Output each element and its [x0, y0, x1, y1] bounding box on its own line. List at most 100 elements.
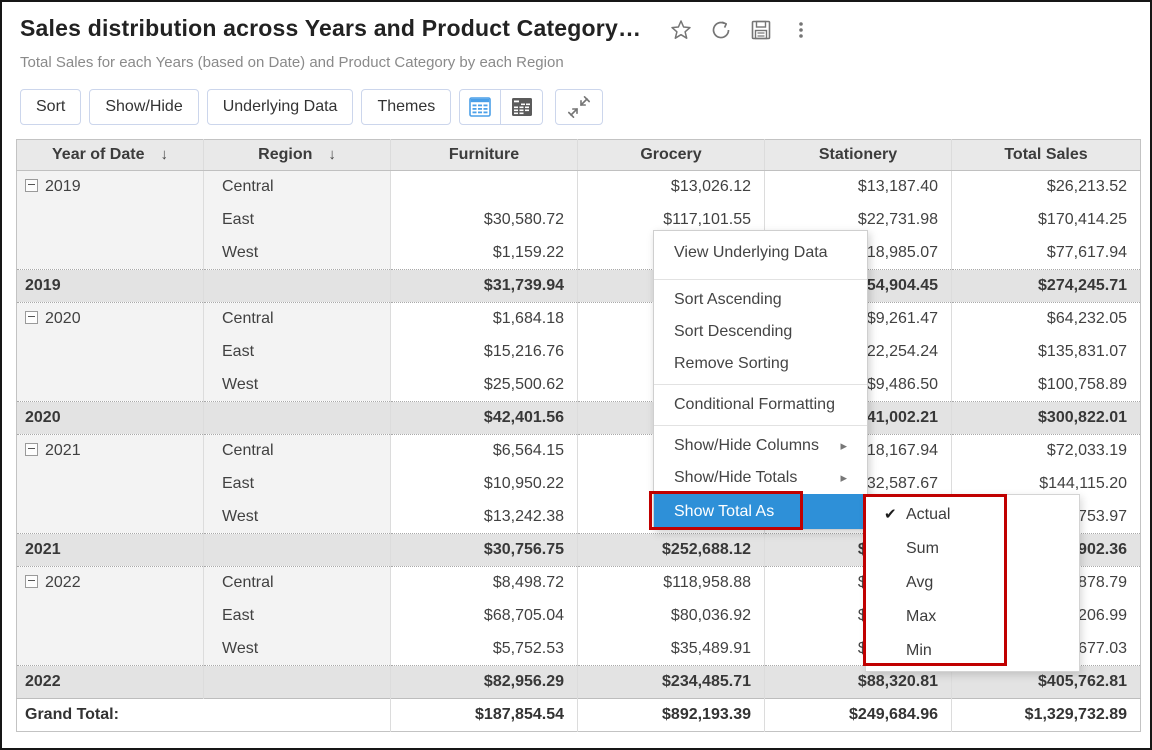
cell-year[interactable]: [17, 369, 204, 402]
menu-item-view-underlying-data[interactable]: View Underlying Data: [654, 231, 867, 275]
column-header-grocery[interactable]: Grocery: [578, 140, 765, 171]
cell-region[interactable]: [204, 402, 391, 435]
cell-region[interactable]: [204, 666, 391, 699]
cell-region[interactable]: Central: [204, 303, 391, 336]
cell-grocery[interactable]: $80,036.92: [578, 600, 765, 633]
cell-grocery[interactable]: $35,489.91: [578, 633, 765, 666]
cell-region[interactable]: West: [204, 501, 391, 534]
cell-stationery[interactable]: $13,187.40: [765, 171, 952, 204]
cell-furniture[interactable]: $1,159.22: [391, 237, 578, 270]
more-options-icon[interactable]: [789, 18, 813, 42]
cell-furniture[interactable]: $15,216.76: [391, 336, 578, 369]
cell-furniture[interactable]: $30,756.75: [391, 534, 578, 567]
cell-year[interactable]: [17, 237, 204, 270]
cell-furniture[interactable]: $82,956.29: [391, 666, 578, 699]
cell-region[interactable]: East: [204, 336, 391, 369]
cell-grocery[interactable]: $252,688.12: [578, 534, 765, 567]
cell-total-sales[interactable]: $77,617.94: [952, 237, 1141, 270]
submenu-item-avg[interactable]: Avg: [866, 566, 1079, 600]
column-header-total-sales[interactable]: Total Sales: [952, 140, 1141, 171]
cell-grocery[interactable]: $892,193.39: [578, 699, 765, 732]
collapse-group-icon[interactable]: [25, 311, 38, 324]
show-hide-button[interactable]: Show/Hide: [89, 89, 198, 125]
refresh-icon[interactable]: [709, 18, 733, 42]
cell-furniture[interactable]: $42,401.56: [391, 402, 578, 435]
save-icon[interactable]: [749, 18, 773, 42]
cell-furniture[interactable]: $1,684.18: [391, 303, 578, 336]
cell-year[interactable]: [17, 468, 204, 501]
submenu-item-actual[interactable]: ✔Actual: [866, 498, 1079, 532]
cell-region[interactable]: East: [204, 468, 391, 501]
cell-furniture[interactable]: $13,242.38: [391, 501, 578, 534]
cell-year[interactable]: 2021: [17, 534, 204, 567]
cell-year[interactable]: 2022: [17, 567, 204, 600]
submenu-item-min[interactable]: Min: [866, 634, 1079, 668]
cell-total-sales[interactable]: $135,831.07: [952, 336, 1141, 369]
menu-item-show-hide-totals[interactable]: Show/Hide Totals▸: [654, 462, 867, 494]
cell-furniture[interactable]: $5,752.53: [391, 633, 578, 666]
cell-region[interactable]: West: [204, 237, 391, 270]
cell-year[interactable]: [17, 600, 204, 633]
cell-region[interactable]: Central: [204, 435, 391, 468]
cell-year[interactable]: 2020: [17, 303, 204, 336]
collapse-group-icon[interactable]: [25, 575, 38, 588]
cell-total-sales[interactable]: $1,329,732.89: [952, 699, 1141, 732]
cell-region[interactable]: [204, 534, 391, 567]
submenu-item-sum[interactable]: Sum: [866, 532, 1079, 566]
menu-item-remove-sorting[interactable]: Remove Sorting: [654, 348, 867, 380]
cell-year[interactable]: 2019: [17, 270, 204, 303]
cell-year[interactable]: 2020: [17, 402, 204, 435]
collapse-icon[interactable]: [555, 89, 603, 125]
pivot-view-icon[interactable]: [501, 89, 543, 125]
column-header-region[interactable]: Region↓: [204, 140, 391, 171]
menu-item-sort-descending[interactable]: Sort Descending: [654, 316, 867, 348]
cell-total-sales[interactable]: $100,758.89: [952, 369, 1141, 402]
cell-year[interactable]: [17, 501, 204, 534]
menu-item-sort-ascending[interactable]: Sort Ascending: [654, 284, 867, 316]
cell-furniture[interactable]: $8,498.72: [391, 567, 578, 600]
cell-year[interactable]: 2019: [17, 171, 204, 204]
cell-furniture[interactable]: [391, 171, 578, 204]
column-header-furniture[interactable]: Furniture: [391, 140, 578, 171]
collapse-group-icon[interactable]: [25, 443, 38, 456]
cell-furniture[interactable]: $10,950.22: [391, 468, 578, 501]
cell-furniture[interactable]: $68,705.04: [391, 600, 578, 633]
cell-grand-total-label[interactable]: Grand Total:: [17, 699, 391, 732]
cell-region[interactable]: East: [204, 204, 391, 237]
cell-furniture[interactable]: $187,854.54: [391, 699, 578, 732]
cell-region[interactable]: East: [204, 600, 391, 633]
sort-button[interactable]: Sort: [20, 89, 81, 125]
cell-furniture[interactable]: $30,580.72: [391, 204, 578, 237]
cell-region[interactable]: Central: [204, 567, 391, 600]
cell-year[interactable]: 2022: [17, 666, 204, 699]
cell-region[interactable]: West: [204, 633, 391, 666]
menu-item-show-total-as[interactable]: Show Total As: [654, 494, 867, 529]
cell-total-sales[interactable]: $72,033.19: [952, 435, 1141, 468]
column-header-stationery[interactable]: Stationery: [765, 140, 952, 171]
cell-total-sales[interactable]: $274,245.71: [952, 270, 1141, 303]
underlying-data-button[interactable]: Underlying Data: [207, 89, 354, 125]
cell-furniture[interactable]: $31,739.94: [391, 270, 578, 303]
cell-total-sales[interactable]: $26,213.52: [952, 171, 1141, 204]
menu-item-conditional-formatting[interactable]: Conditional Formatting: [654, 389, 867, 421]
sort-desc-icon[interactable]: ↓: [328, 146, 336, 163]
cell-furniture[interactable]: $25,500.62: [391, 369, 578, 402]
column-header-year[interactable]: Year of Date↓: [17, 140, 204, 171]
cell-grocery[interactable]: $118,958.88: [578, 567, 765, 600]
cell-furniture[interactable]: $6,564.15: [391, 435, 578, 468]
cell-total-sales[interactable]: $300,822.01: [952, 402, 1141, 435]
collapse-group-icon[interactable]: [25, 179, 38, 192]
cell-total-sales[interactable]: $64,232.05: [952, 303, 1141, 336]
cell-year[interactable]: [17, 633, 204, 666]
cell-year[interactable]: 2021: [17, 435, 204, 468]
themes-button[interactable]: Themes: [361, 89, 451, 125]
cell-year[interactable]: [17, 204, 204, 237]
cell-region[interactable]: [204, 270, 391, 303]
cell-stationery[interactable]: $249,684.96: [765, 699, 952, 732]
cell-year[interactable]: [17, 336, 204, 369]
star-icon[interactable]: [669, 18, 693, 42]
cell-region[interactable]: Central: [204, 171, 391, 204]
cell-grocery[interactable]: $13,026.12: [578, 171, 765, 204]
cell-region[interactable]: West: [204, 369, 391, 402]
cell-grocery[interactable]: $234,485.71: [578, 666, 765, 699]
